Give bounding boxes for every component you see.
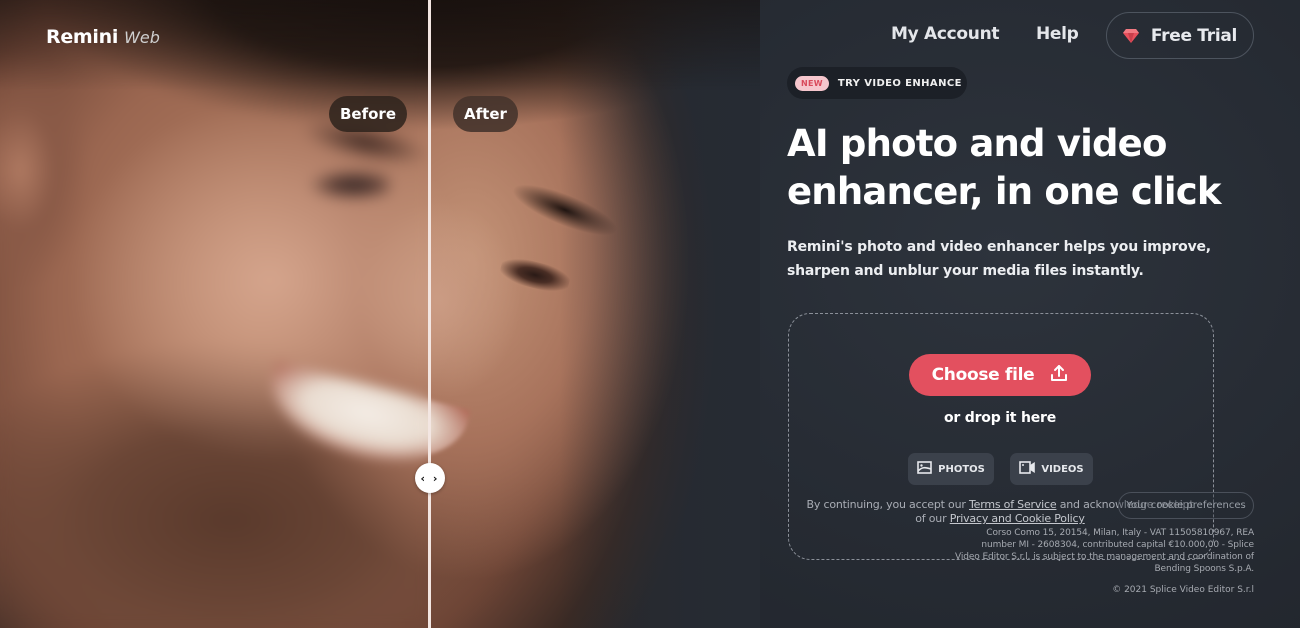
logo-brand: Remini	[46, 26, 119, 48]
photo-edge-fade	[560, 0, 760, 628]
legal-prefix: By continuing, you accept our	[806, 498, 969, 511]
try-video-enhance-badge[interactable]: NEW TRY VIDEO ENHANCE	[787, 67, 967, 99]
company-info: Corso Como 15, 20154, Milan, Italy - VAT…	[954, 528, 1254, 574]
terms-of-service-link[interactable]: Terms of Service	[969, 498, 1057, 511]
before-after-comparison[interactable]	[0, 0, 760, 628]
hero-description: Remini's photo and video enhancer helps …	[787, 239, 1211, 279]
choose-file-button[interactable]: Choose file	[909, 354, 1091, 396]
after-label: After	[453, 96, 518, 132]
try-video-enhance-label: TRY VIDEO ENHANCE	[837, 77, 962, 89]
privacy-policy-link[interactable]: Privacy and Cookie Policy	[950, 512, 1085, 525]
free-trial-label: Free Trial	[1150, 25, 1238, 46]
copyright: © 2021 Splice Video Editor S.r.l	[1112, 585, 1254, 595]
chevrons-left-right-icon: ‹ ›	[420, 471, 440, 485]
image-icon	[917, 461, 932, 477]
before-label: Before	[329, 96, 407, 132]
choose-file-label: Choose file	[931, 365, 1035, 385]
new-badge: NEW	[795, 75, 829, 91]
drop-hint: or drop it here	[943, 410, 1057, 426]
logo[interactable]: Remini Web	[46, 26, 160, 48]
nav-my-account[interactable]: My Account	[891, 24, 1000, 44]
cookie-preferences-button[interactable]: Your cookie preferences	[1118, 492, 1254, 519]
videos-label: VIDEOS	[1041, 463, 1084, 475]
nav-help[interactable]: Help	[1036, 24, 1079, 44]
upload-icon	[1050, 364, 1068, 387]
photos-button[interactable]: PHOTOS	[908, 453, 994, 485]
page-title: AI photo and video enhancer, in one clic…	[787, 122, 1222, 213]
comparison-slider-line[interactable]	[428, 0, 431, 628]
comparison-slider-handle[interactable]: ‹ ›	[415, 463, 445, 493]
free-trial-button[interactable]: Free Trial	[1106, 12, 1254, 59]
videos-button[interactable]: VIDEOS	[1010, 453, 1093, 485]
logo-sub: Web	[124, 28, 160, 47]
gem-icon	[1122, 28, 1139, 43]
photos-label: PHOTOS	[938, 463, 985, 475]
before-blur-overlay	[0, 0, 429, 628]
video-camera-icon	[1019, 461, 1036, 477]
